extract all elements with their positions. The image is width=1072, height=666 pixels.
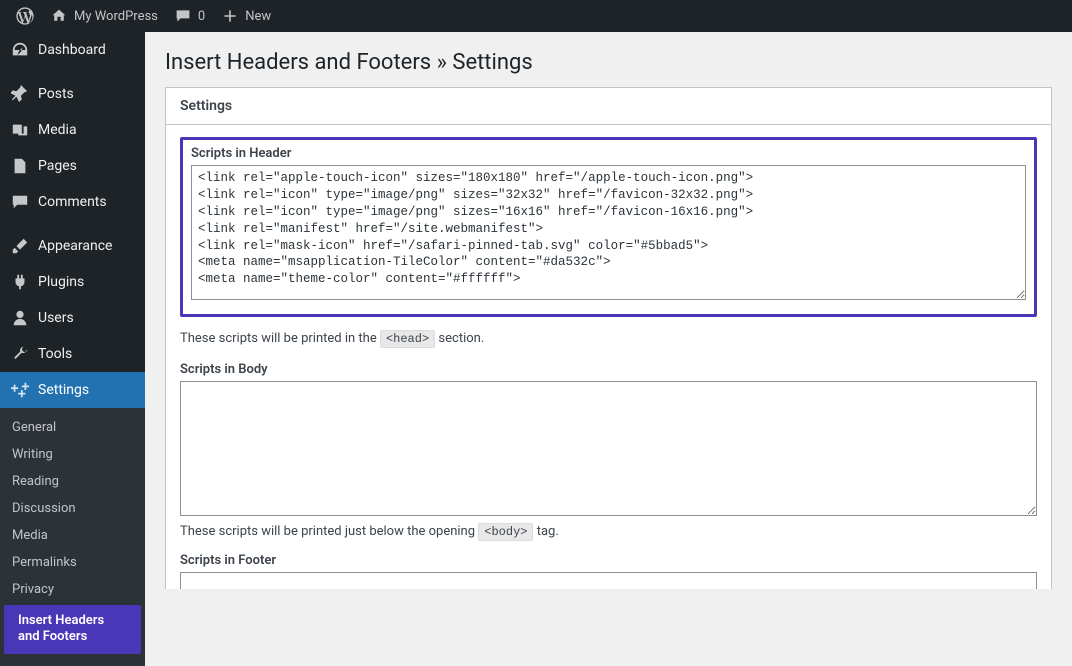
field-scripts-body: Scripts in Body These scripts will be pr… bbox=[180, 362, 1037, 539]
textarea-scripts-body[interactable] bbox=[180, 381, 1037, 516]
site-home-link[interactable]: My WordPress bbox=[42, 0, 166, 32]
admin-sidebar: Dashboard Posts Media Pages Comments Appearan… bbox=[0, 32, 145, 589]
settings-panel: Settings Scripts in Header These scripts… bbox=[165, 87, 1052, 589]
sidebar-item-label: Appearance bbox=[38, 238, 112, 254]
content-area: Insert Headers and Footers » Settings Se… bbox=[145, 32, 1072, 589]
sidebar-item-label: Dashboard bbox=[38, 42, 106, 58]
sidebar-item-label: Tools bbox=[38, 346, 72, 362]
pages-icon bbox=[10, 156, 30, 176]
wrench-icon bbox=[10, 344, 30, 364]
panel-heading: Settings bbox=[166, 88, 1051, 125]
field-scripts-footer: Scripts in Footer bbox=[180, 553, 1037, 589]
sidebar-item-users[interactable]: Users bbox=[0, 300, 145, 336]
sidebar-item-posts[interactable]: Posts bbox=[0, 76, 145, 112]
settings-sub-item[interactable]: Privacy bbox=[0, 576, 145, 603]
sidebar-item-settings[interactable]: Settings bbox=[0, 372, 145, 408]
comments-link[interactable]: 0 bbox=[166, 0, 213, 32]
admin-toolbar: My WordPress 0 New bbox=[0, 0, 1072, 32]
user-icon bbox=[10, 308, 30, 328]
sidebar-item-label: Pages bbox=[38, 158, 77, 174]
settings-sub-item[interactable]: General bbox=[0, 414, 145, 441]
help-scripts-header: These scripts will be printed in the <he… bbox=[180, 331, 1037, 346]
field-scripts-header: Scripts in Header bbox=[180, 137, 1037, 317]
plus-icon bbox=[221, 7, 239, 25]
home-icon bbox=[50, 7, 68, 25]
sidebar-item-label: Posts bbox=[38, 86, 74, 102]
sidebar-item-pages[interactable]: Pages bbox=[0, 148, 145, 184]
sidebar-item-tools[interactable]: Tools bbox=[0, 336, 145, 372]
label-scripts-body: Scripts in Body bbox=[180, 362, 1037, 377]
settings-sub-item[interactable]: Media bbox=[0, 522, 145, 549]
sidebar-item-comments[interactable]: Comments bbox=[0, 184, 145, 220]
comment-icon bbox=[174, 7, 192, 25]
site-name: My WordPress bbox=[74, 9, 158, 24]
settings-sub-item[interactable]: Writing bbox=[0, 441, 145, 468]
settings-sub-item[interactable]: Discussion bbox=[0, 495, 145, 522]
new-label: New bbox=[245, 9, 271, 24]
settings-sub-item[interactable]: Insert Headers and Footers bbox=[4, 605, 141, 654]
textarea-scripts-footer[interactable] bbox=[180, 572, 1037, 589]
sidebar-item-dashboard[interactable]: Dashboard bbox=[0, 32, 145, 68]
sliders-icon bbox=[10, 380, 30, 400]
sidebar-item-label: Comments bbox=[38, 194, 107, 210]
body-tag-code: <body> bbox=[478, 523, 533, 541]
wp-logo[interactable] bbox=[8, 0, 42, 32]
head-tag-code: <head> bbox=[380, 330, 435, 348]
sidebar-item-label: Media bbox=[38, 122, 77, 138]
plug-icon bbox=[10, 272, 30, 292]
brush-icon bbox=[10, 236, 30, 256]
label-scripts-footer: Scripts in Footer bbox=[180, 553, 1037, 568]
pin-icon bbox=[10, 84, 30, 104]
settings-sub-item[interactable]: Permalinks bbox=[0, 549, 145, 576]
sidebar-item-label: Settings bbox=[38, 382, 89, 398]
textarea-scripts-header[interactable] bbox=[191, 165, 1026, 300]
sidebar-item-label: Plugins bbox=[38, 274, 84, 290]
page-title: Insert Headers and Footers » Settings bbox=[165, 32, 1052, 87]
sidebar-item-appearance[interactable]: Appearance bbox=[0, 228, 145, 264]
label-scripts-header: Scripts in Header bbox=[191, 146, 1026, 161]
help-scripts-body: These scripts will be printed just below… bbox=[180, 524, 1037, 539]
wordpress-icon bbox=[16, 7, 34, 25]
new-content-link[interactable]: New bbox=[213, 0, 279, 32]
sidebar-item-label: Users bbox=[38, 310, 74, 326]
settings-sub-item[interactable]: Reading bbox=[0, 468, 145, 495]
sidebar-item-media[interactable]: Media bbox=[0, 112, 145, 148]
settings-submenu: GeneralWritingReadingDiscussionMediaPerm… bbox=[0, 408, 145, 666]
comment-icon bbox=[10, 192, 30, 212]
sidebar-item-plugins[interactable]: Plugins bbox=[0, 264, 145, 300]
dashboard-icon bbox=[10, 40, 30, 60]
comments-count: 0 bbox=[198, 9, 205, 24]
media-icon bbox=[10, 120, 30, 140]
